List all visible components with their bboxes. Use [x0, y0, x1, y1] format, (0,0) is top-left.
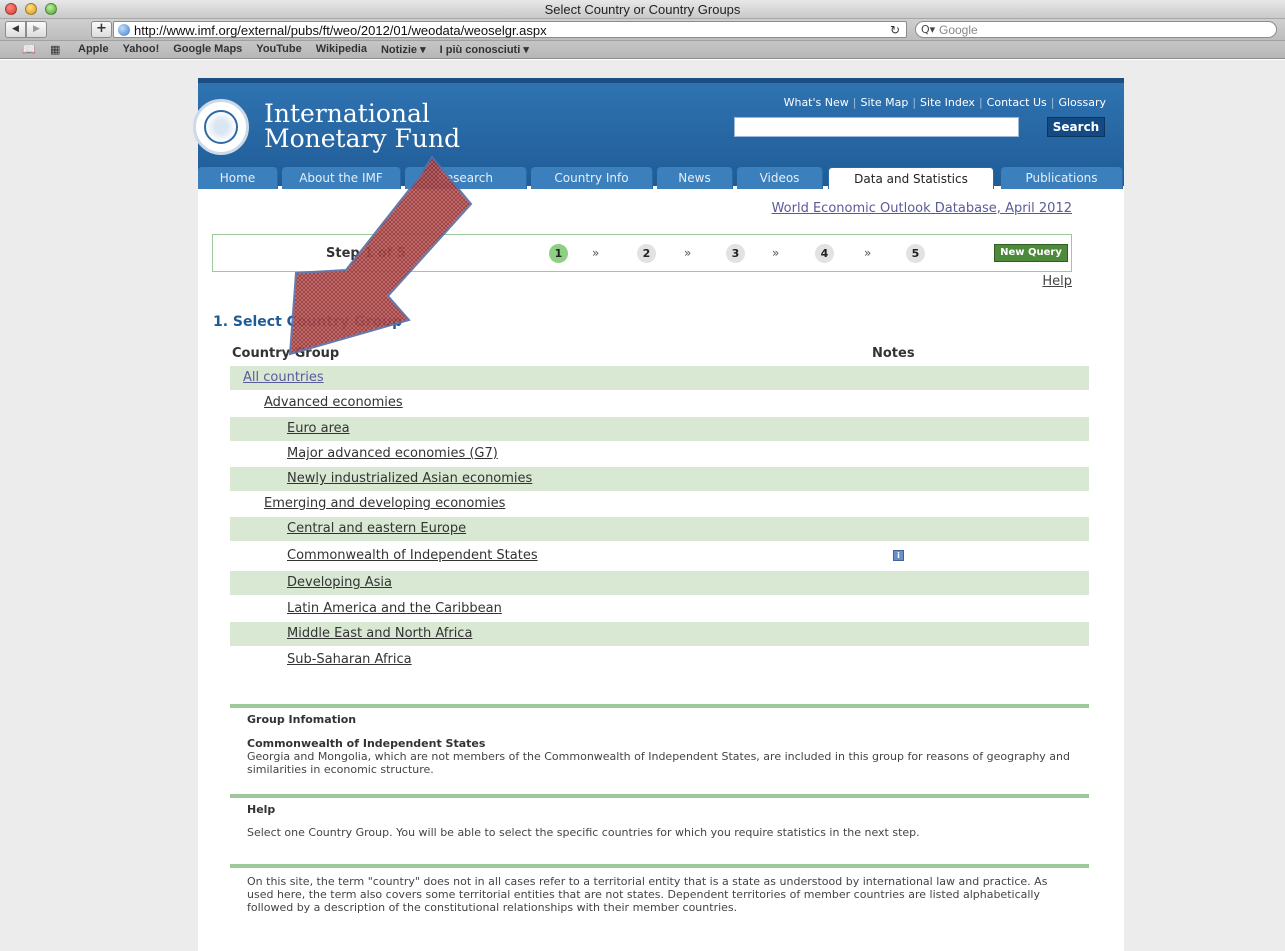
- bookmark-item[interactable]: Wikipedia: [316, 43, 367, 56]
- tab-home[interactable]: Home: [198, 167, 278, 189]
- utility-links: What's New | Site Map | Site Index | Contact U…: [783, 96, 1106, 109]
- reload-icon[interactable]: ↻: [890, 23, 900, 37]
- group-link-advanced-economies[interactable]: Advanced economies: [264, 395, 403, 410]
- add-bookmark-button[interactable]: +: [91, 21, 112, 38]
- tab-about-the-imf[interactable]: About the IMF: [282, 167, 401, 189]
- forward-button[interactable]: ▶: [26, 21, 47, 38]
- column-header-notes: Notes: [872, 346, 915, 361]
- step-separator: »: [772, 246, 780, 260]
- bookmarks-bar: 📖 ▦ Apple Yahoo! Google Maps YouTube Wik…: [0, 41, 1285, 59]
- contact-us-link[interactable]: Contact Us: [987, 96, 1047, 109]
- table-row: Commonwealth of Independent States: [230, 544, 1089, 568]
- help-link[interactable]: Help: [1030, 274, 1072, 289]
- step-1-indicator: 1: [549, 244, 568, 263]
- column-header-country-group: Country Group: [232, 346, 340, 361]
- country-disclaimer-text: On this site, the term "country" does no…: [247, 875, 1048, 914]
- bookmark-item[interactable]: Apple: [78, 43, 109, 56]
- group-link-central-eastern-europe[interactable]: Central and eastern Europe: [287, 521, 466, 536]
- group-info-text: Georgia and Mongolia, which are not memb…: [247, 750, 1071, 776]
- browser-search-field[interactable]: Q▾ Google: [915, 21, 1277, 38]
- group-info-title: Group Infomation: [247, 713, 357, 726]
- step-4-indicator: 4: [815, 244, 834, 263]
- table-row: Advanced economies: [230, 391, 1089, 415]
- book-icon[interactable]: 📖: [22, 43, 36, 56]
- window-titlebar: Select Country or Country Groups: [0, 0, 1285, 19]
- step-5-indicator: 5: [906, 244, 925, 263]
- site-map-link[interactable]: Site Map: [860, 96, 908, 109]
- back-arrow-icon: ◀: [12, 24, 19, 34]
- table-row: Emerging and developing economies: [230, 492, 1089, 516]
- search-placeholder: Google: [939, 23, 978, 37]
- plus-icon: +: [96, 21, 107, 36]
- step-3-indicator: 3: [726, 244, 745, 263]
- group-link-latin-america-caribbean[interactable]: Latin America and the Caribbean: [287, 601, 502, 616]
- weo-database-link[interactable]: World Economic Outlook Database, April 2…: [700, 201, 1072, 216]
- table-row: Central and eastern Europe: [230, 517, 1089, 541]
- glossary-link[interactable]: Glossary: [1058, 96, 1106, 109]
- group-link-all-countries[interactable]: All countries: [243, 370, 324, 385]
- bookmark-item[interactable]: Yahoo!: [123, 43, 160, 56]
- table-row: Euro area: [230, 417, 1089, 441]
- group-link-sub-saharan-africa[interactable]: Sub-Saharan Africa: [287, 652, 412, 667]
- group-link-middle-east-north-africa[interactable]: Middle East and North Africa: [287, 626, 472, 641]
- table-row: All countries: [230, 366, 1089, 390]
- imf-seal-logo[interactable]: [193, 99, 249, 155]
- tab-news[interactable]: News: [657, 167, 733, 189]
- group-info-subtitle: Commonwealth of Independent States: [247, 737, 486, 750]
- globe-icon: [118, 24, 130, 36]
- tab-videos[interactable]: Videos: [737, 167, 823, 189]
- group-link-cis[interactable]: Commonwealth of Independent States: [287, 548, 538, 563]
- bookmark-item[interactable]: Notizie ▾: [381, 43, 426, 56]
- bookmark-list: Apple Yahoo! Google Maps YouTube Wikiped…: [78, 43, 529, 56]
- brand-name-line2[interactable]: Monetary Fund: [264, 124, 460, 153]
- tab-country-info[interactable]: Country Info: [531, 167, 653, 189]
- group-link-euro-area[interactable]: Euro area: [287, 421, 350, 436]
- url-text[interactable]: http://www.imf.org/external/pubs/ft/weo/…: [134, 23, 547, 38]
- help-panel-text: Select one Country Group. You will be ab…: [247, 826, 920, 839]
- step-separator: »: [864, 246, 872, 260]
- address-bar[interactable]: http://www.imf.org/external/pubs/ft/weo/…: [113, 21, 907, 38]
- grid-icon[interactable]: ▦: [50, 43, 60, 56]
- divider: [230, 864, 1089, 868]
- bookmark-item[interactable]: I più conosciuti ▾: [440, 43, 529, 56]
- new-query-button[interactable]: New Query: [994, 244, 1068, 262]
- help-panel-title: Help: [247, 803, 276, 816]
- forward-arrow-icon: ▶: [33, 24, 40, 34]
- group-link-emerging-developing[interactable]: Emerging and developing economies: [264, 496, 505, 511]
- step-separator: »: [592, 246, 600, 260]
- step-2-indicator: 2: [637, 244, 656, 263]
- bookmark-item[interactable]: YouTube: [256, 43, 301, 56]
- bookmark-item[interactable]: Google Maps: [173, 43, 242, 56]
- site-index-link[interactable]: Site Index: [920, 96, 975, 109]
- divider: [230, 794, 1089, 798]
- browser-toolbar: ◀ ▶ + http://www.imf.org/external/pubs/f…: [0, 19, 1285, 41]
- group-link-g7[interactable]: Major advanced economies (G7): [287, 446, 498, 461]
- tab-research[interactable]: Research: [405, 167, 527, 189]
- site-search-button[interactable]: Search: [1047, 117, 1105, 137]
- divider: [230, 704, 1089, 708]
- table-row: Newly industrialized Asian economies: [230, 467, 1089, 491]
- group-link-developing-asia[interactable]: Developing Asia: [287, 575, 392, 590]
- main-nav-tabs: Home About the IMF Research Country Info…: [198, 167, 1124, 189]
- section-title: 1. Select Country Group: [213, 314, 403, 330]
- table-row: Middle East and North Africa: [230, 622, 1089, 646]
- back-button[interactable]: ◀: [5, 21, 26, 38]
- step-label: Step 1 of 5: [326, 246, 406, 261]
- table-row: Latin America and the Caribbean: [230, 597, 1089, 621]
- window-title: Select Country or Country Groups: [544, 2, 741, 17]
- step-separator: »: [684, 246, 692, 260]
- whats-new-link[interactable]: What's New: [784, 96, 849, 109]
- table-row: Sub-Saharan Africa: [230, 648, 1089, 672]
- table-row: Major advanced economies (G7): [230, 442, 1089, 466]
- tab-data-and-statistics[interactable]: Data and Statistics: [828, 167, 994, 189]
- group-link-newly-industrialized-asian[interactable]: Newly industrialized Asian economies: [287, 471, 532, 486]
- magnifier-icon[interactable]: Q▾: [921, 23, 935, 36]
- site-search-input[interactable]: [734, 117, 1019, 137]
- table-row: Developing Asia: [230, 571, 1089, 595]
- tab-publications[interactable]: Publications: [1001, 167, 1123, 189]
- info-icon[interactable]: i: [893, 550, 904, 561]
